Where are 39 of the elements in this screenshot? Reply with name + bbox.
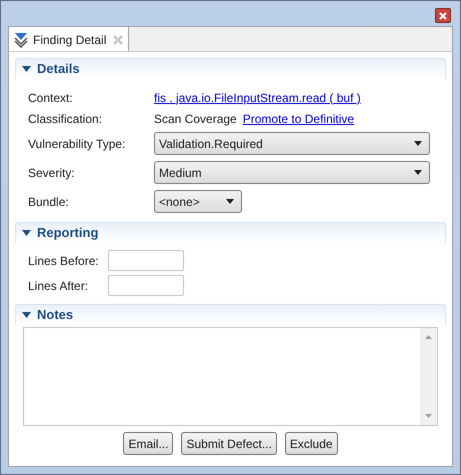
field-label: Lines Before: [28, 252, 100, 270]
scrollbar[interactable] [420, 328, 437, 425]
section-header[interactable]: Reporting [15, 222, 446, 243]
triangle-icon[interactable] [22, 66, 31, 72]
section-title: Reporting [37, 224, 98, 242]
input-field[interactable] [108, 275, 184, 296]
field-label: Classification: [28, 110, 104, 128]
field-label: Bundle: [28, 194, 70, 210]
chevron-icon [14, 32, 28, 48]
scroll-down-icon[interactable] [425, 414, 432, 418]
triangle-icon[interactable] [22, 230, 31, 236]
notes-field[interactable] [23, 327, 438, 426]
section-header[interactable]: Details [15, 58, 446, 79]
field-label: Severity: [28, 164, 76, 182]
field-label: Lines After: [28, 278, 90, 294]
action-button[interactable]: Exclude [284, 432, 338, 455]
section-title: Notes [37, 306, 74, 324]
caret-icon [414, 170, 422, 175]
field-label: Vulnerability Type: [28, 136, 126, 152]
context-link[interactable]: fis . java.io.FileInputStream.read ( buf ) [154, 88, 361, 106]
promote-link[interactable]: Promote to Definitive [242, 110, 354, 128]
classification-value: Scan Coverage [154, 110, 237, 128]
action-button[interactable]: Email... [123, 432, 174, 455]
caret-icon [414, 141, 422, 146]
section-title: Details [37, 60, 80, 78]
input-field[interactable] [108, 250, 184, 271]
field-label: Context: [28, 90, 74, 106]
close-icon[interactable] [113, 34, 124, 44]
scroll-up-icon[interactable] [425, 335, 432, 339]
triangle-icon[interactable] [22, 312, 31, 318]
close-button[interactable] [435, 8, 451, 23]
dropdown[interactable]: <none> [154, 190, 242, 213]
action-button[interactable]: Submit Defect... [181, 432, 277, 455]
dropdown[interactable]: Medium [154, 161, 430, 184]
caret-icon [226, 199, 234, 204]
section-header[interactable]: Notes [15, 304, 446, 325]
close-icon [439, 12, 447, 20]
tab[interactable]: Finding Detail [9, 27, 130, 52]
dropdown[interactable]: Validation.Required [154, 132, 430, 155]
